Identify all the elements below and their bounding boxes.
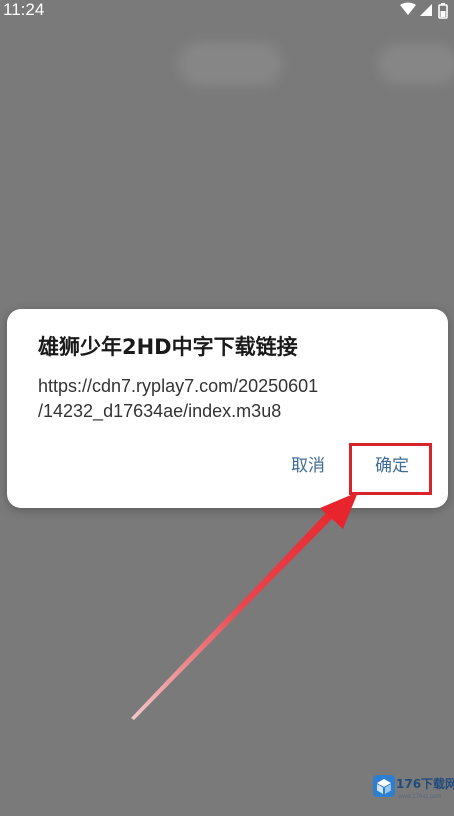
cube-logo-icon: [373, 775, 395, 797]
site-watermark: 176下载网 www.176xz.com: [372, 774, 454, 816]
download-url-line-2: /14232_d17634ae/index.m3u8: [38, 401, 282, 421]
background-blur-shape: [178, 42, 282, 86]
dialog-title: 雄狮少年2HD中字下载链接: [38, 335, 298, 359]
status-bar: 11:24: [0, 0, 454, 22]
battery-icon: [438, 3, 448, 19]
dialog-message[interactable]: https://cdn7.ryplay7.com/20250601 /14232…: [38, 374, 438, 424]
cancel-button[interactable]: 取消: [281, 449, 335, 483]
status-time: 11:24: [3, 0, 45, 19]
download-link-dialog: 雄狮少年2HD中字下载链接 https://cdn7.ryplay7.com/2…: [7, 309, 448, 508]
arrow-shaft: [131, 513, 332, 720]
dialog-actions: 取消 确定: [7, 443, 448, 493]
download-url-line-1: https://cdn7.ryplay7.com/20250601: [38, 376, 319, 396]
confirm-button[interactable]: 确定: [362, 449, 422, 483]
watermark-brand: 176下载网: [396, 777, 454, 791]
watermark-url: www.176xz.com: [398, 794, 442, 800]
wifi-icon: [400, 2, 416, 15]
signal-icon: [420, 4, 432, 16]
status-icons: [398, 2, 450, 19]
background-blur-shape: [378, 44, 454, 84]
